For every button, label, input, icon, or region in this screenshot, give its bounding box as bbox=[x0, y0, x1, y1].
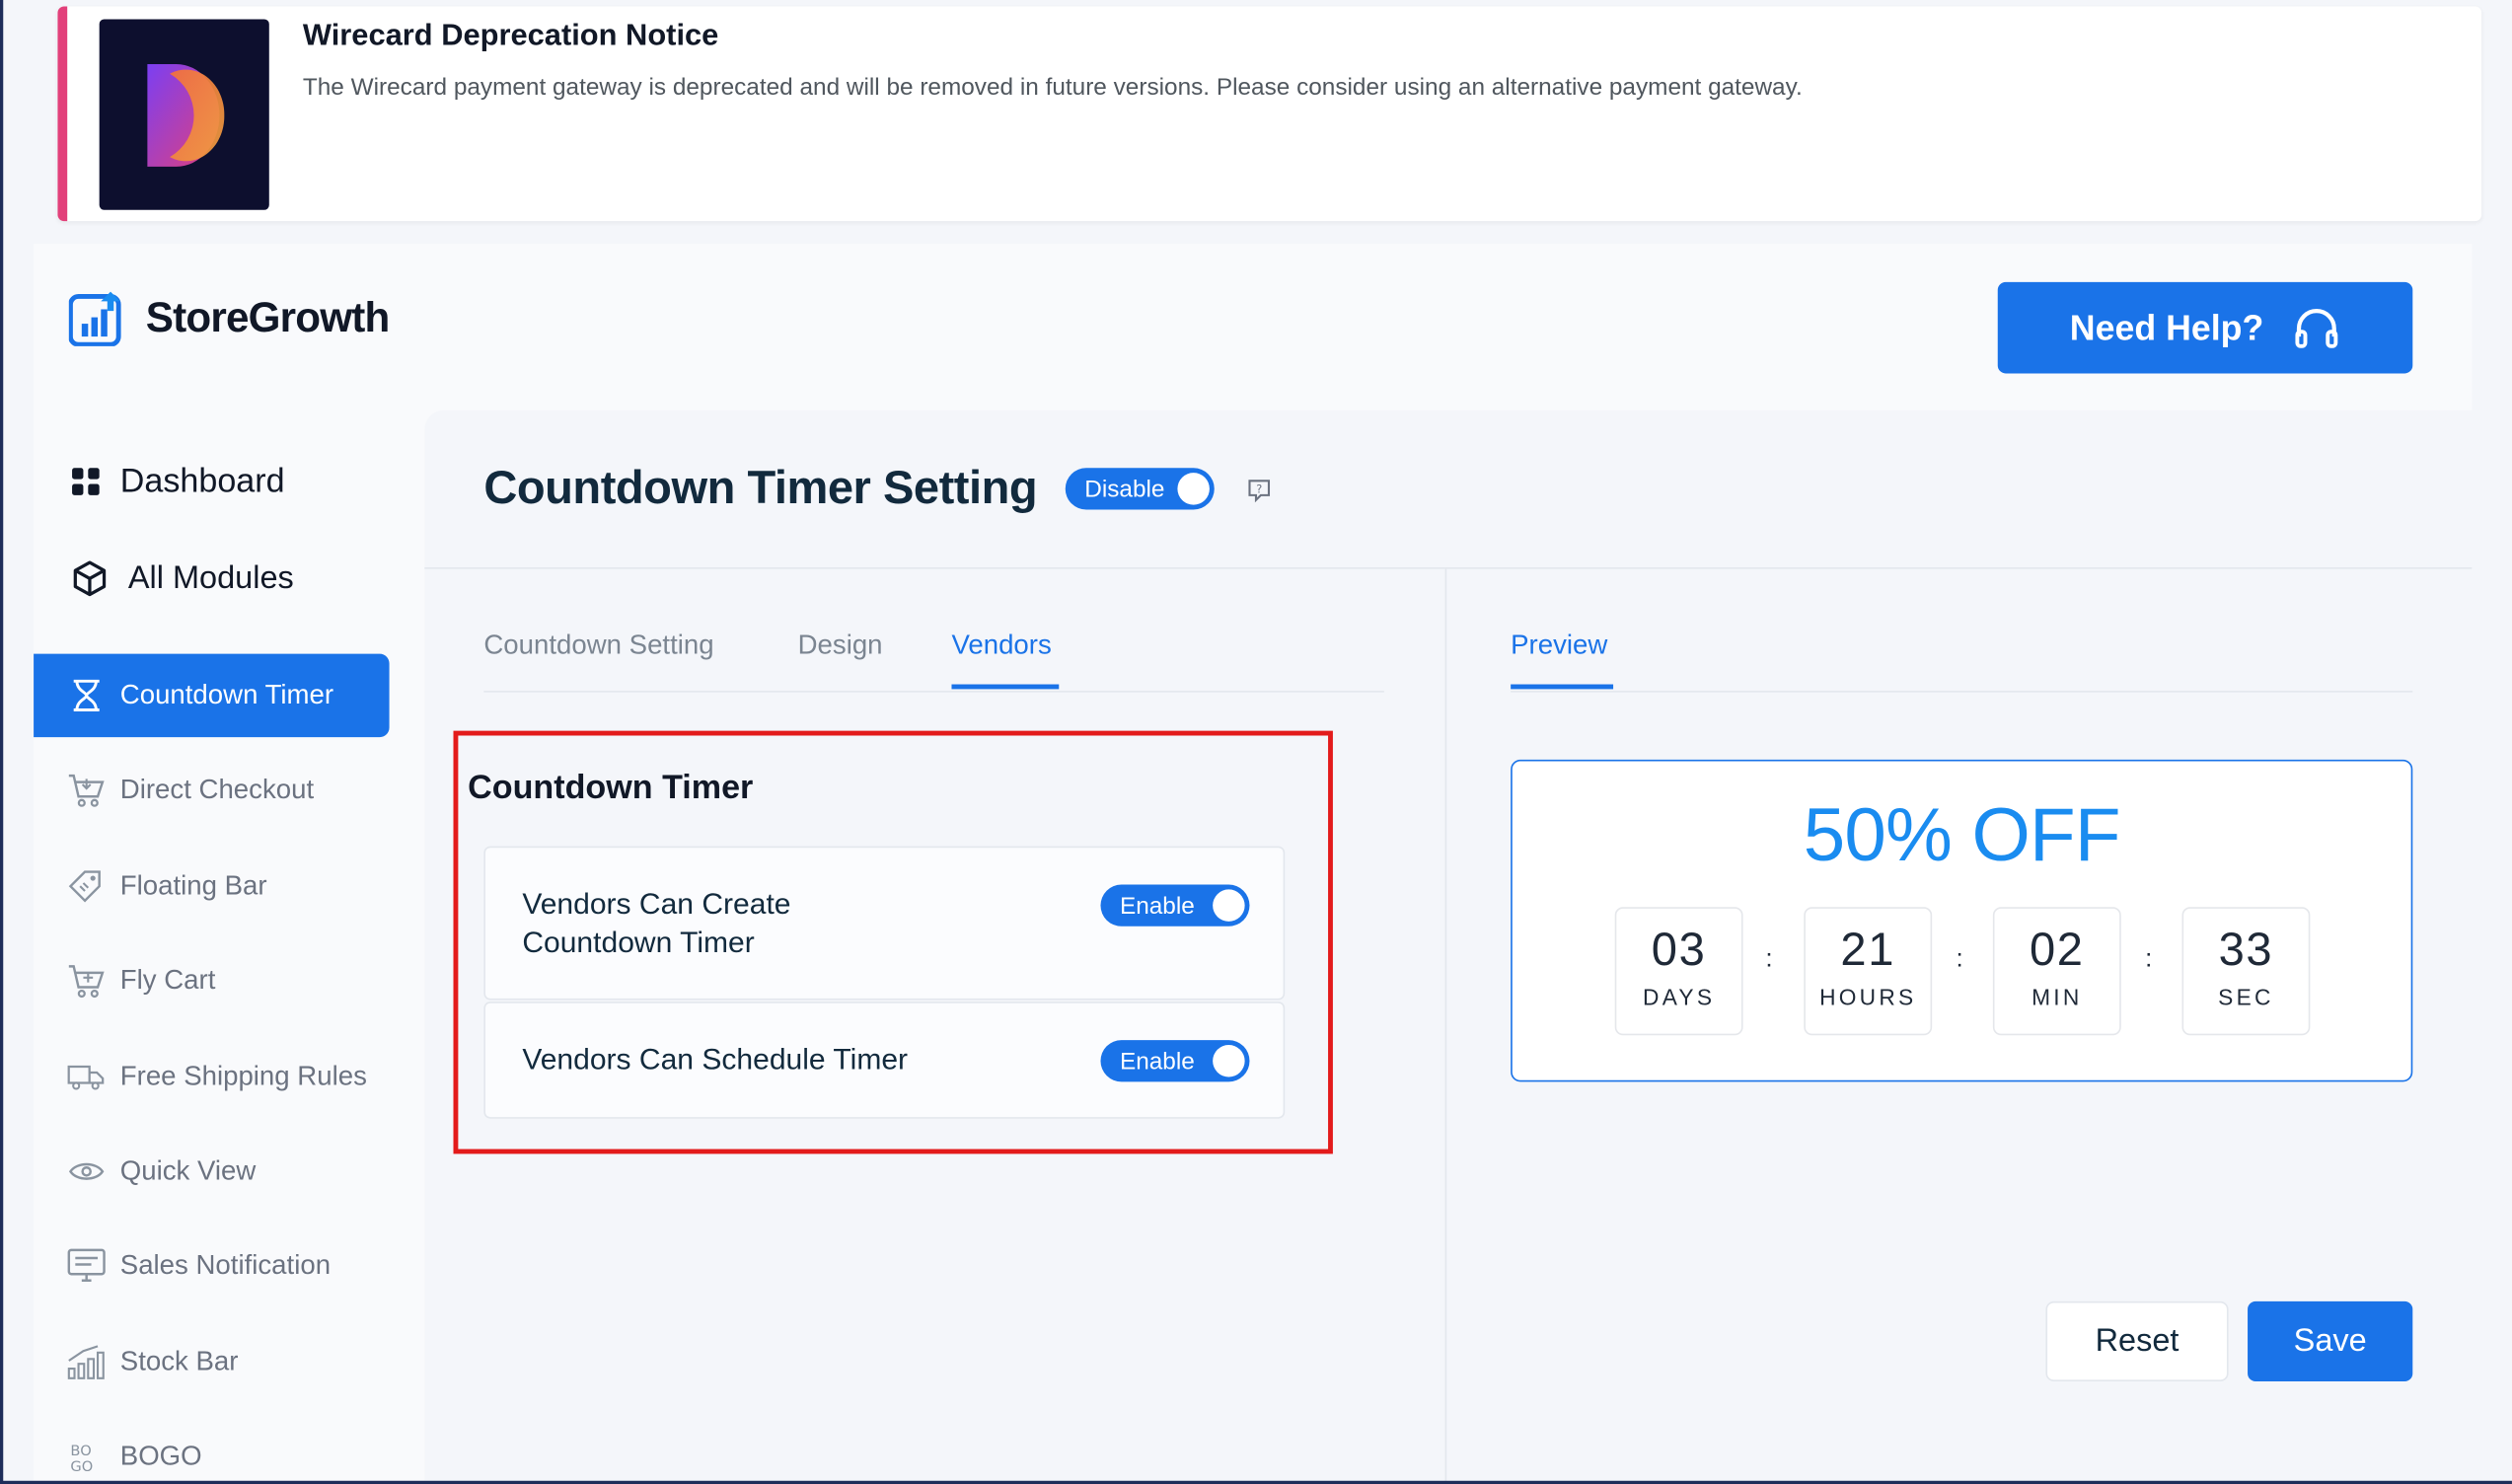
countdown-days: 03 DAYS bbox=[1614, 907, 1743, 1036]
sidebar-item-label: BOGO bbox=[119, 1441, 202, 1472]
deprecation-notice: Wirecard Deprecation Notice The Wirecard… bbox=[57, 6, 2482, 222]
window-edge bbox=[0, 0, 4, 1484]
active-tab-indicator bbox=[951, 684, 1060, 690]
plugin-logo bbox=[99, 19, 269, 210]
brand-logo[interactable]: StoreGrowth bbox=[68, 288, 391, 346]
help-tooltip-icon[interactable]: ? bbox=[1246, 478, 1272, 503]
sidebar-item-direct-checkout[interactable]: Direct Checkout bbox=[34, 749, 389, 832]
hourglass-icon bbox=[67, 676, 106, 714]
sidebar-item-floating-bar[interactable]: Floating Bar bbox=[34, 845, 389, 928]
sidebar-item-label: Sales Notification bbox=[119, 1249, 332, 1281]
notice-text: The Wirecard payment gateway is deprecat… bbox=[302, 73, 1803, 102]
need-help-label: Need Help? bbox=[2069, 307, 2264, 347]
setting-label: Vendors Can Create Countdown Timer bbox=[522, 886, 791, 959]
notice-accent-bar bbox=[57, 6, 68, 222]
settings-tabs: Countdown Setting Design Vendors bbox=[483, 630, 1384, 693]
setting-vendors-create-timer: Vendors Can Create Countdown Timer Enabl… bbox=[483, 846, 1286, 1001]
cart-icon bbox=[67, 771, 106, 809]
grid-icon bbox=[67, 463, 106, 501]
sidebar-item-bogo[interactable]: BO GO BOGO bbox=[34, 1415, 389, 1484]
countdown-separator: : bbox=[1765, 945, 1773, 973]
sidebar-item-label: Floating Bar bbox=[119, 869, 267, 901]
bogo-icon: BO GO bbox=[67, 1438, 106, 1476]
toggle-knob bbox=[1213, 1044, 1245, 1077]
sidebar-item-fly-cart[interactable]: Fly Cart bbox=[34, 939, 389, 1022]
notice-title: Wirecard Deprecation Notice bbox=[302, 19, 719, 53]
sidebar-item-free-shipping-rules[interactable]: Free Shipping Rules bbox=[34, 1035, 389, 1118]
sidebar-item-label: Fly Cart bbox=[119, 964, 216, 996]
tab-preview[interactable]: Preview bbox=[1511, 630, 1607, 661]
cart-icon bbox=[67, 962, 106, 1001]
sidebar-item-label: Free Shipping Rules bbox=[119, 1061, 367, 1092]
bar-chart-icon bbox=[67, 1343, 106, 1381]
active-tab-indicator bbox=[1511, 684, 1614, 690]
page-title: Countdown Timer Setting bbox=[483, 463, 1038, 515]
reset-button[interactable]: Reset bbox=[2045, 1300, 2229, 1382]
vendors-create-toggle[interactable]: Enable bbox=[1100, 884, 1250, 927]
sidebar-item-label: Quick View bbox=[119, 1155, 257, 1186]
settings-panel: Countdown Timer Setting Disable ? Countd… bbox=[424, 409, 2473, 1484]
sidebar-item-countdown-timer[interactable]: Countdown Timer bbox=[34, 653, 390, 738]
column-divider bbox=[1444, 568, 1447, 1484]
svg-text:?: ? bbox=[1256, 482, 1262, 495]
countdown-hours: 21 HOURS bbox=[1804, 907, 1933, 1036]
countdown-seconds: 33 SEC bbox=[2181, 907, 2311, 1036]
svg-text:GO: GO bbox=[70, 1458, 93, 1474]
sidebar-item-stock-bar[interactable]: Stock Bar bbox=[34, 1320, 389, 1403]
tag-icon bbox=[67, 867, 106, 906]
headset-icon bbox=[2295, 308, 2338, 347]
header-divider bbox=[424, 566, 2473, 569]
sidebar-item-label: Dashboard bbox=[119, 463, 285, 500]
toggle-knob bbox=[1213, 889, 1245, 922]
sidebar-item-label: Stock Bar bbox=[119, 1346, 239, 1377]
countdown-minutes: 02 MIN bbox=[1992, 907, 2121, 1036]
eye-icon bbox=[67, 1152, 106, 1191]
sidebar-item-sales-notification[interactable]: Sales Notification bbox=[34, 1224, 389, 1307]
sidebar-item-label: Countdown Timer bbox=[119, 679, 334, 710]
setting-vendors-schedule-timer: Vendors Can Schedule Timer Enable bbox=[483, 1002, 1286, 1119]
cube-icon bbox=[70, 559, 109, 598]
save-button[interactable]: Save bbox=[2248, 1300, 2413, 1382]
vendors-schedule-toggle[interactable]: Enable bbox=[1100, 1040, 1250, 1082]
toggle-knob bbox=[1177, 473, 1210, 505]
monitor-icon bbox=[67, 1247, 106, 1286]
section-title: Countdown Timer bbox=[468, 769, 754, 806]
toggle-label: Disable bbox=[1084, 475, 1165, 503]
need-help-button[interactable]: Need Help? bbox=[1997, 281, 2413, 374]
toggle-label: Enable bbox=[1119, 891, 1195, 920]
tab-design[interactable]: Design bbox=[798, 630, 883, 661]
offer-text: 50% OFF bbox=[1803, 791, 2121, 877]
sidebar-item-dashboard[interactable]: Dashboard bbox=[34, 441, 389, 524]
setting-label: Vendors Can Schedule Timer bbox=[522, 1041, 909, 1076]
truck-icon bbox=[67, 1058, 106, 1096]
preview-tabs: Preview bbox=[1511, 630, 2413, 693]
sidebar-item-all-modules[interactable]: All Modules bbox=[34, 537, 389, 620]
toggle-label: Enable bbox=[1119, 1047, 1195, 1076]
countdown-separator: : bbox=[2145, 945, 2153, 973]
svg-text:BO: BO bbox=[70, 1443, 91, 1459]
countdown-separator: : bbox=[1956, 945, 1963, 973]
sidebar-item-quick-view[interactable]: Quick View bbox=[34, 1130, 389, 1213]
sidebar-item-label: All Modules bbox=[127, 559, 294, 596]
tab-countdown-setting[interactable]: Countdown Setting bbox=[483, 630, 713, 661]
countdown-preview: 50% OFF 03 DAYS : 21 HOURS : 02 MIN : 33… bbox=[1511, 759, 2413, 1082]
tab-vendors[interactable]: Vendors bbox=[951, 630, 1051, 661]
brand-name: StoreGrowth bbox=[145, 292, 391, 341]
sidebar-item-label: Direct Checkout bbox=[119, 774, 315, 805]
storegrowth-logo-icon bbox=[68, 291, 121, 346]
module-status-toggle[interactable]: Disable bbox=[1065, 468, 1215, 510]
app-container: StoreGrowth Need Help? Dashboard All Mod… bbox=[34, 243, 2473, 1484]
